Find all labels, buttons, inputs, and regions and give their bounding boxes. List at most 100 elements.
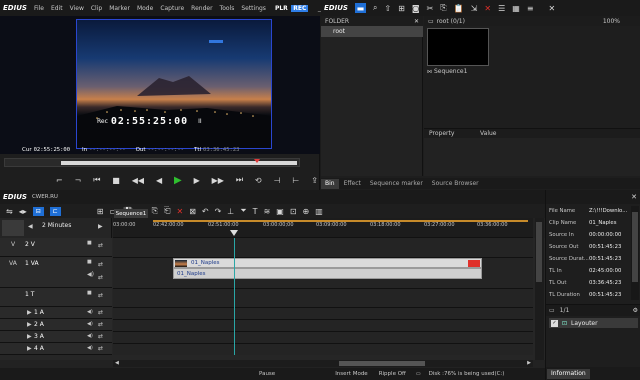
- layer-settings-icon[interactable]: ⚙: [633, 307, 638, 314]
- menu-marker[interactable]: Marker: [106, 5, 134, 12]
- capture-icon[interactable]: ◙: [412, 4, 420, 13]
- track-mode-icon[interactable]: ⇋: [6, 207, 13, 216]
- tab-sequence-marker[interactable]: Sequence marker: [366, 179, 427, 189]
- menu-mode[interactable]: Mode: [133, 5, 156, 12]
- layer-checkbox[interactable]: ✓: [551, 319, 558, 327]
- step-back-icon[interactable]: ◀: [156, 176, 162, 185]
- redo-icon[interactable]: ↷: [215, 207, 222, 216]
- timescale[interactable]: 2 Minutes: [42, 222, 71, 229]
- delete-icon[interactable]: ✕: [484, 4, 491, 13]
- tab-effect[interactable]: Effect: [340, 179, 365, 189]
- menu-clip[interactable]: Clip: [87, 5, 105, 12]
- menu-settings[interactable]: Settings: [238, 5, 270, 12]
- tl-copy-icon[interactable]: ⎘: [152, 206, 158, 216]
- hscroll-thumb[interactable]: [339, 361, 425, 366]
- track-4a-sync-icon[interactable]: ⇄: [98, 345, 103, 352]
- menu-render[interactable]: Render: [188, 5, 216, 12]
- track-1t-header[interactable]: 1 T ■ ⇄: [0, 288, 112, 307]
- split-icon[interactable]: ⊥: [227, 207, 234, 216]
- next-edit-icon[interactable]: ⏭: [236, 175, 243, 185]
- folder-view-icon[interactable]: ▬: [354, 3, 366, 13]
- sequence-tab[interactable]: Sequence1: [114, 209, 148, 218]
- track-4a-audio-icon[interactable]: ◀): [87, 345, 93, 351]
- set-in-icon[interactable]: ⌐: [56, 176, 63, 185]
- clip-thumbnail[interactable]: [427, 28, 489, 66]
- track-1t-sync-icon[interactable]: ⇄: [98, 292, 103, 299]
- insert-icon[interactable]: ⊣: [274, 176, 281, 185]
- bin-clip-sequence1[interactable]: ⋈ Sequence1: [427, 28, 491, 78]
- timeline-hscroll[interactable]: ◀ ▶: [113, 360, 533, 367]
- scrub-marker[interactable]: [254, 159, 260, 163]
- marker-icon[interactable]: ⏷: [240, 206, 246, 216]
- add-clip-icon[interactable]: ⊞: [398, 4, 405, 13]
- step-forward-icon[interactable]: ▶: [194, 176, 200, 185]
- track-1a-audio-icon[interactable]: ◀): [87, 309, 93, 315]
- fast-forward-icon[interactable]: ▶▶: [212, 176, 224, 185]
- info-vscroll-thumb[interactable]: [632, 212, 638, 282]
- track-1va-visible-icon[interactable]: ■: [87, 259, 92, 265]
- tl-paste-icon[interactable]: ⎗: [164, 206, 170, 216]
- track-2a-sync-icon[interactable]: ⇄: [98, 321, 103, 328]
- snap-icon[interactable]: ⊡: [290, 207, 297, 216]
- title-icon[interactable]: T: [253, 207, 258, 216]
- info-vscroll[interactable]: [631, 206, 639, 300]
- properties-icon[interactable]: ☰: [498, 4, 505, 13]
- timeline-vscroll[interactable]: [535, 218, 544, 360]
- overwrite-icon[interactable]: ⊢: [292, 176, 299, 185]
- track-1t-visible-icon[interactable]: ■: [87, 290, 92, 296]
- sync-icon[interactable]: ⊕: [303, 207, 310, 216]
- menu-view[interactable]: View: [66, 5, 87, 12]
- tl-ripple-delete-icon[interactable]: ⊠: [189, 207, 196, 216]
- track-2v-sync-icon[interactable]: ⇄: [98, 242, 103, 249]
- hscroll-left-icon[interactable]: ◀: [115, 360, 119, 366]
- track-2a-expand-icon[interactable]: ▶: [27, 321, 32, 328]
- track-2v-visible-icon[interactable]: ■: [87, 240, 92, 246]
- bin-close-icon[interactable]: ✕: [549, 4, 556, 13]
- track-1va-sync2-icon[interactable]: ⇄: [98, 274, 103, 281]
- tab-information[interactable]: Information: [547, 368, 590, 379]
- track-2a-header[interactable]: ▶ 2 A ◀) ⇄: [0, 319, 112, 331]
- tl-delete-icon[interactable]: ✕: [176, 207, 183, 216]
- track-2v-header[interactable]: V 2 V ■ ⇄: [0, 238, 112, 257]
- menu-file[interactable]: File: [30, 5, 47, 12]
- scale-left-icon[interactable]: ◀: [28, 223, 33, 230]
- view-mode-icon[interactable]: ▦: [512, 4, 520, 13]
- track-3a-sync-icon[interactable]: ⇄: [98, 333, 103, 340]
- track-1a-expand-icon[interactable]: ▶: [27, 309, 32, 316]
- plr-button[interactable]: PLR: [271, 5, 291, 12]
- add-to-timeline-icon[interactable]: ⇲: [471, 4, 478, 13]
- tl-lock-button[interactable]: [2, 220, 24, 236]
- scale-right-icon[interactable]: ▶: [98, 223, 103, 230]
- set-out-icon[interactable]: ¬: [75, 176, 82, 185]
- timeline-ruler[interactable]: 03:00:00 02:42:00:00 02:51:00:00 03:00:0…: [113, 218, 533, 238]
- track-1va-sync-icon[interactable]: ⇄: [98, 261, 103, 268]
- track-3a-audio-icon[interactable]: ◀): [87, 333, 93, 339]
- menu-edit[interactable]: Edit: [47, 5, 66, 12]
- tab-source-browser[interactable]: Source Browser: [428, 179, 483, 189]
- track-1a-sync-icon[interactable]: ⇄: [98, 309, 103, 316]
- loop-icon[interactable]: ⟲: [255, 176, 262, 185]
- sequence-settings-icon[interactable]: ⊞: [97, 207, 104, 216]
- vscroll-thumb[interactable]: [536, 222, 542, 282]
- track-3a-expand-icon[interactable]: ▶: [27, 333, 32, 340]
- copy-icon[interactable]: ⎘: [440, 3, 446, 13]
- audio-mixer-icon[interactable]: ≋: [264, 207, 271, 216]
- export-icon[interactable]: ⇪: [311, 176, 318, 185]
- menu-capture[interactable]: Capture: [157, 5, 188, 12]
- prev-edit-icon[interactable]: ⏮: [93, 175, 100, 185]
- track-4a-header[interactable]: ▶ 4 A ◀) ⇄: [0, 343, 112, 355]
- audio-clip[interactable]: 01_Naples: [173, 268, 482, 279]
- track-1va-audio-icon[interactable]: ◀): [87, 271, 94, 278]
- tab-bin[interactable]: Bin: [321, 178, 339, 189]
- rewind-icon[interactable]: ◀◀: [132, 176, 144, 185]
- track-3a-header[interactable]: ▶ 3 A ◀) ⇄: [0, 331, 112, 343]
- search-icon[interactable]: ⌕: [373, 3, 377, 13]
- up-folder-icon[interactable]: ⇧: [384, 4, 391, 13]
- undo-icon[interactable]: ↶: [202, 207, 209, 216]
- playhead-handle[interactable]: [230, 230, 238, 236]
- player-scrubbar[interactable]: [4, 158, 300, 167]
- mode-b-icon[interactable]: ⊟: [32, 206, 44, 216]
- video-clip[interactable]: 01_Naples: [173, 258, 482, 268]
- folder-item-root[interactable]: root: [321, 26, 423, 37]
- export-tl-icon[interactable]: ▥: [315, 207, 323, 216]
